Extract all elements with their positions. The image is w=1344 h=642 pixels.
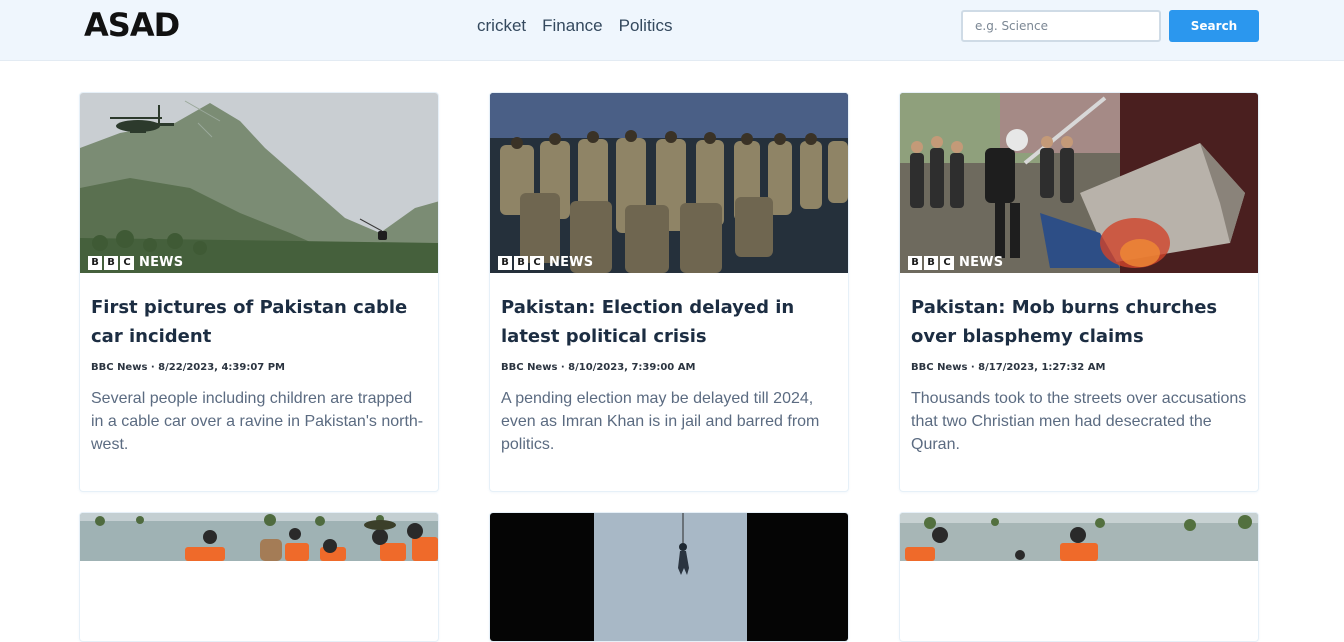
mob-street-image [900, 93, 1258, 273]
news-card[interactable]: B B C NEWS Pakistan: Election delayed in… [489, 92, 849, 492]
news-card-title[interactable]: Pakistan: Election delayed in latest pol… [501, 293, 837, 351]
news-card-image[interactable] [80, 513, 438, 561]
news-card-source: BBC News [911, 362, 968, 373]
news-card-image[interactable]: B B C NEWS [900, 93, 1258, 273]
flooded-fields-image [900, 513, 1258, 561]
main-nav: cricket Finance Politics [477, 16, 672, 36]
news-card-image[interactable] [900, 513, 1258, 561]
nav-link-cricket[interactable]: cricket [477, 16, 526, 36]
news-card-date: 8/10/2023, 7:39:00 AM [568, 362, 696, 373]
top-navbar: ASAD cricket Finance Politics Search [0, 0, 1344, 61]
nav-link-politics[interactable]: Politics [619, 16, 673, 36]
helicopter-rescue-image [490, 513, 848, 641]
search-input[interactable] [961, 10, 1161, 42]
news-card[interactable]: B B C NEWS Pakistan: Mob burns churches … [899, 92, 1259, 492]
news-card[interactable] [489, 512, 849, 642]
news-card-meta: BBC News · 8/10/2023, 7:39:00 AM [501, 362, 696, 373]
news-card-title[interactable]: Pakistan: Mob burns churches over blasph… [911, 293, 1247, 351]
news-card-image[interactable]: B B C NEWS [80, 93, 438, 273]
news-card-date: 8/17/2023, 1:27:32 AM [978, 362, 1106, 373]
search-button[interactable]: Search [1169, 10, 1259, 42]
news-card-date: 8/22/2023, 4:39:07 PM [158, 362, 286, 373]
flood-rescue-image [80, 513, 438, 561]
bbc-news-badge: B B C NEWS [908, 255, 1003, 270]
site-logo[interactable]: ASAD [84, 7, 196, 41]
news-card-source: BBC News [91, 362, 148, 373]
news-card[interactable] [899, 512, 1259, 642]
news-card[interactable] [79, 512, 439, 642]
news-card-description: Several people including children are tr… [91, 390, 424, 453]
news-card[interactable]: B B C NEWS First pictures of Pakistan ca… [79, 92, 439, 492]
news-card-source: BBC News [501, 362, 558, 373]
news-card-image[interactable] [490, 513, 848, 641]
helicopter-mountain-image [80, 93, 438, 273]
nav-link-finance[interactable]: Finance [542, 16, 602, 36]
bbc-news-badge: B B C NEWS [88, 255, 183, 270]
svg-text:ASAD: ASAD [84, 7, 179, 41]
news-card-image[interactable]: B B C NEWS [490, 93, 848, 273]
news-card-description: Thousands took to the streets over accus… [911, 390, 1247, 453]
soldiers-marching-image [490, 93, 848, 273]
news-card-meta: BBC News · 8/17/2023, 1:27:32 AM [911, 362, 1106, 373]
news-card-meta: BBC News · 8/22/2023, 4:39:07 PM [91, 362, 286, 373]
bbc-news-badge: B B C NEWS [498, 255, 593, 270]
news-card-description: A pending election may be delayed till 2… [501, 390, 820, 453]
news-card-title[interactable]: First pictures of Pakistan cable car inc… [91, 293, 427, 351]
